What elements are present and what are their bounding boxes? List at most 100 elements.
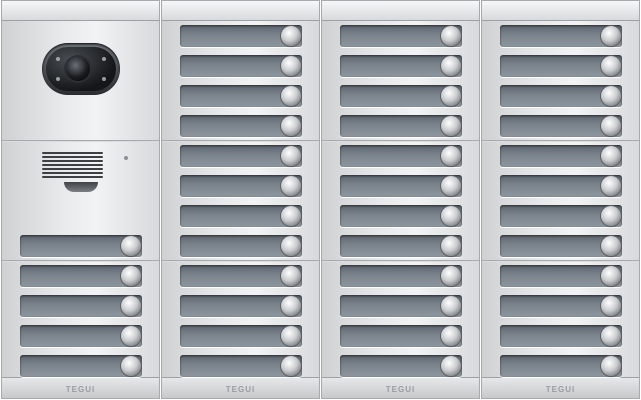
call-button[interactable] [20,325,142,347]
round-push-button-icon[interactable] [601,56,621,76]
speaker-slot [42,176,103,178]
brand-logo: TEGUI [545,385,576,394]
round-push-button-icon[interactable] [601,266,621,286]
round-push-button-icon[interactable] [441,296,461,316]
call-button[interactable] [500,295,622,317]
round-push-button-icon[interactable] [601,236,621,256]
call-button[interactable] [500,25,622,47]
round-push-button-icon[interactable] [441,206,461,226]
call-button[interactable] [500,325,622,347]
call-button[interactable] [500,175,622,197]
speaker-slot [42,164,103,166]
round-push-button-icon[interactable] [601,176,621,196]
bottom-trim: TEGUI [162,377,319,398]
call-button[interactable] [340,55,462,77]
round-push-button-icon[interactable] [121,266,141,286]
round-push-button-icon[interactable] [601,26,621,46]
round-push-button-icon[interactable] [281,116,301,136]
call-button[interactable] [500,355,622,377]
round-push-button-icon[interactable] [281,176,301,196]
call-button[interactable] [340,115,462,137]
round-push-button-icon[interactable] [601,116,621,136]
call-button[interactable] [20,355,142,377]
round-push-button-icon[interactable] [281,146,301,166]
call-button[interactable] [500,55,622,77]
call-button[interactable] [180,235,302,257]
round-push-button-icon[interactable] [601,146,621,166]
call-button[interactable] [20,265,142,287]
round-push-button-icon[interactable] [281,26,301,46]
round-push-button-icon[interactable] [601,86,621,106]
call-button[interactable] [180,325,302,347]
round-push-button-icon[interactable] [281,206,301,226]
round-push-button-icon[interactable] [121,236,141,256]
round-push-button-icon[interactable] [281,326,301,346]
round-push-button-icon[interactable] [281,356,301,376]
round-push-button-icon[interactable] [121,326,141,346]
call-button[interactable] [340,145,462,167]
round-push-button-icon[interactable] [441,116,461,136]
round-push-button-icon[interactable] [281,236,301,256]
call-button[interactable] [20,235,142,257]
call-button[interactable] [340,325,462,347]
round-push-button-icon[interactable] [281,56,301,76]
round-push-button-icon[interactable] [441,56,461,76]
call-button[interactable] [180,145,302,167]
module-divider [162,140,319,142]
round-push-button-icon[interactable] [441,26,461,46]
round-push-button-icon[interactable] [441,176,461,196]
call-button[interactable] [180,175,302,197]
round-push-button-icon[interactable] [601,326,621,346]
call-button[interactable] [180,265,302,287]
call-button[interactable] [500,235,622,257]
panel-column: TEGUI [161,0,320,399]
top-trim [322,1,479,21]
call-button[interactable] [500,115,622,137]
round-push-button-icon[interactable] [121,356,141,376]
call-button[interactable] [340,175,462,197]
call-button[interactable] [180,205,302,227]
round-push-button-icon[interactable] [441,86,461,106]
module-divider [2,140,159,142]
call-button[interactable] [500,145,622,167]
infrared-led [102,57,106,61]
speaker-slot [42,160,103,162]
round-push-button-icon[interactable] [601,296,621,316]
top-trim [162,1,319,21]
round-push-button-icon[interactable] [281,266,301,286]
call-button[interactable] [340,25,462,47]
speaker-grille-icon [42,152,103,178]
round-push-button-icon[interactable] [601,206,621,226]
top-trim [482,1,639,21]
round-push-button-icon[interactable] [121,296,141,316]
module-divider [482,260,639,262]
call-button[interactable] [340,235,462,257]
round-push-button-icon[interactable] [281,296,301,316]
round-push-button-icon[interactable] [281,86,301,106]
round-push-button-icon[interactable] [441,356,461,376]
infrared-led [56,77,60,81]
call-button[interactable] [180,55,302,77]
speaker-slot [42,152,103,154]
call-button[interactable] [20,295,142,317]
infrared-led [56,57,60,61]
call-button[interactable] [340,205,462,227]
round-push-button-icon[interactable] [441,236,461,256]
round-push-button-icon[interactable] [441,326,461,346]
round-push-button-icon[interactable] [601,356,621,376]
brand-logo: TEGUI [65,385,96,394]
call-button[interactable] [340,85,462,107]
round-push-button-icon[interactable] [441,146,461,166]
round-push-button-icon[interactable] [441,266,461,286]
call-button[interactable] [180,115,302,137]
call-button[interactable] [180,355,302,377]
call-button[interactable] [500,205,622,227]
call-button[interactable] [340,295,462,317]
call-button[interactable] [500,85,622,107]
call-button[interactable] [340,265,462,287]
call-button[interactable] [180,295,302,317]
call-button[interactable] [340,355,462,377]
call-button[interactable] [180,85,302,107]
call-button[interactable] [500,265,622,287]
call-button[interactable] [180,25,302,47]
